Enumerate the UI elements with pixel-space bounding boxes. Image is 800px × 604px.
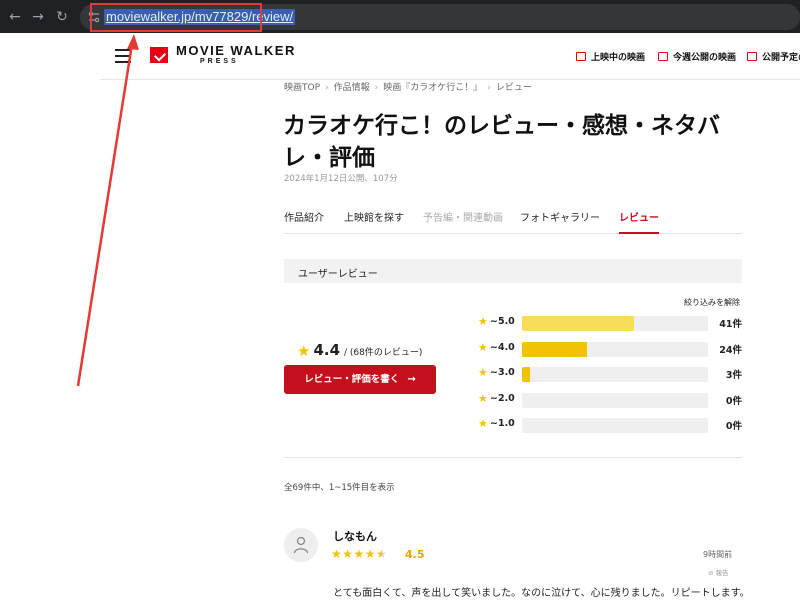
distribution-bar-fill	[522, 367, 531, 382]
chevron-right-icon: ›	[487, 83, 491, 93]
nav-this-week[interactable]: 今週公開の映画	[658, 50, 736, 63]
breadcrumb-item[interactable]: 作品情報	[334, 83, 370, 93]
distribution-count: 24件	[719, 344, 742, 356]
distribution-row[interactable]: ★ ~3.0 3件	[478, 366, 742, 382]
calendar-icon	[658, 52, 668, 61]
distribution-label: ~5.0	[490, 316, 515, 327]
star-icon: ★	[478, 315, 488, 328]
chevron-right-icon: ›	[325, 83, 329, 93]
write-review-label: レビュー・評価を書く	[304, 374, 400, 385]
distribution-label: ~1.0	[490, 418, 515, 429]
review-stars-icon: ★★★★★	[331, 547, 388, 561]
average-score: 4.4	[313, 341, 341, 359]
divider	[284, 457, 742, 458]
star-icon: ★	[478, 366, 488, 379]
distribution-bar-track	[522, 418, 708, 433]
reset-filter-link[interactable]: 絞り込みを解除	[684, 297, 740, 308]
logo-icon[interactable]	[150, 47, 168, 63]
distribution-bar-track	[522, 367, 708, 382]
back-icon[interactable]: ←	[6, 8, 24, 26]
review-score: 4.5	[405, 548, 425, 561]
browser-toolbar: ← → ↻ moviewalker.jp/mv77829/review/	[0, 0, 800, 33]
section-heading-label: ユーザーレビュー	[298, 269, 378, 280]
breadcrumb: 映画TOP › 作品情報 › 映画『カラオケ行こ！』 › レビュー	[284, 80, 532, 93]
breadcrumb-item: レビュー	[495, 83, 532, 93]
tab-trailers: 予告編・関連動画	[423, 213, 503, 224]
distribution-label: ~4.0	[490, 341, 515, 353]
distribution-bar-fill	[522, 341, 588, 357]
overall-rating: ★ 4.4/ (68件のレビュー)	[297, 340, 422, 360]
calendar-icon	[747, 52, 757, 61]
distribution-bar-track	[522, 341, 708, 357]
tab-overview[interactable]: 作品紹介	[284, 212, 324, 226]
film-icon	[576, 52, 586, 61]
site-header: MOVIE WALKER PRESS 上映中の映画 今週公開の映画 公開予定の	[100, 33, 800, 80]
arrow-right-icon: →	[407, 374, 416, 385]
forward-icon[interactable]: →	[29, 8, 47, 26]
distribution-bar-fill	[522, 316, 634, 331]
breadcrumb-item[interactable]: 映画TOP	[284, 83, 320, 93]
star-icon: ★	[478, 417, 488, 430]
section-heading: ユーザーレビュー	[284, 259, 742, 283]
tab-photo-gallery[interactable]: フォトギャラリー	[520, 212, 600, 226]
results-info: 全69件中、1~15件目を表示	[284, 483, 395, 493]
distribution-bar-track	[522, 392, 708, 408]
review-timestamp: 9時間前	[703, 550, 733, 559]
menu-icon[interactable]	[115, 49, 131, 63]
annotation-highlight-box	[90, 3, 262, 32]
distribution-row[interactable]: ★ ~1.0 0件	[478, 417, 742, 433]
distribution-label: ~3.0	[490, 367, 515, 378]
distribution-row[interactable]: ★ ~2.0 0件	[478, 392, 742, 408]
release-info: 2024年1月12日公開、107分	[284, 174, 398, 184]
distribution-count: 41件	[719, 319, 742, 330]
distribution-label: ~2.0	[490, 392, 515, 404]
nav-upcoming[interactable]: 公開予定の	[747, 50, 800, 63]
report-link[interactable]: ⊘ 報告	[708, 567, 729, 577]
chevron-right-icon: ›	[374, 83, 379, 93]
reviewer-name[interactable]: しなもん	[333, 528, 377, 544]
breadcrumb-item[interactable]: 映画『カラオケ行こ！』	[383, 83, 482, 93]
review-body: とても面白くて、声を出して笑いました。なのに泣けて、心に残りました。リピートしま…	[333, 588, 750, 599]
tab-theaters[interactable]: 上映館を探す	[344, 212, 404, 226]
distribution-bar-track	[522, 316, 708, 331]
distribution-row[interactable]: ★ ~5.0 41件	[478, 315, 742, 331]
review-count: / (68件のレビュー)	[344, 348, 423, 358]
user-icon	[293, 536, 309, 554]
write-review-button[interactable]: レビュー・評価を書く →	[284, 365, 436, 394]
distribution-count: 0件	[725, 395, 742, 407]
reload-icon[interactable]: ↻	[53, 8, 71, 26]
logo-subtitle: PRESS	[200, 58, 239, 65]
star-icon: ★	[478, 340, 488, 354]
distribution-count: 3件	[725, 370, 742, 381]
tab-bar: 作品紹介 上映館を探す 予告編・関連動画 フォトギャラリー レビュー	[284, 212, 742, 234]
page-title: カラオケ行こ！のレビュー・感想・ネタバレ・評価	[283, 113, 720, 171]
logo-title[interactable]: MOVIE WALKER	[176, 43, 296, 58]
tab-reviews[interactable]: レビュー	[619, 212, 659, 234]
distribution-count: 0件	[725, 421, 742, 432]
star-icon: ★	[297, 342, 311, 360]
distribution-row[interactable]: ★ ~4.0 24件	[478, 341, 742, 357]
avatar[interactable]	[284, 528, 318, 562]
star-icon: ★	[478, 391, 488, 405]
nav-now-showing[interactable]: 上映中の映画	[576, 50, 645, 63]
